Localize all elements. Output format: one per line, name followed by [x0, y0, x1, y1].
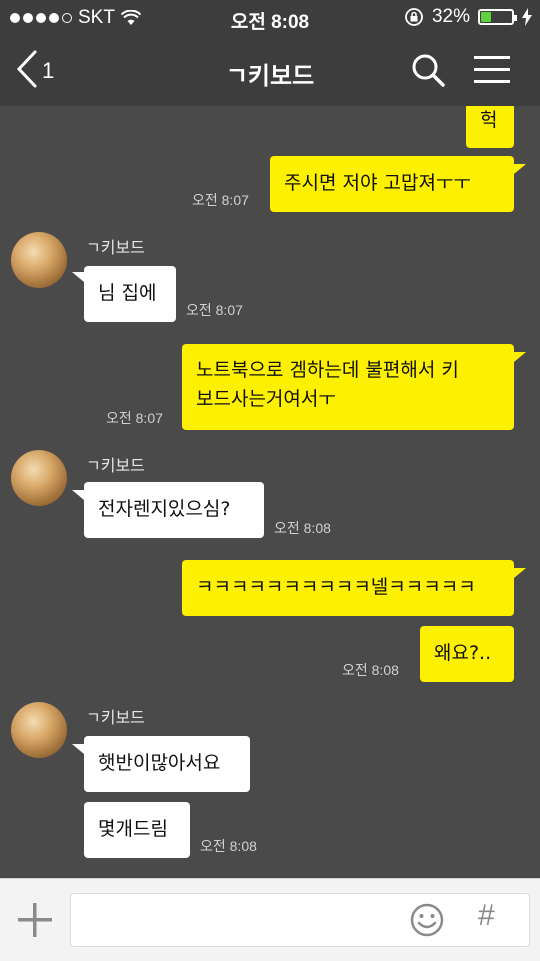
message-time: 오전 8:08	[274, 520, 331, 536]
message-bubble[interactable]: 님 집에	[84, 266, 176, 322]
message-bubble[interactable]: 노트북으로 겜하는데 불편해서 키 보드사는거여서ㅜ	[182, 344, 514, 430]
sender-name: ㄱ키보드	[86, 238, 145, 257]
bubble-tail	[72, 272, 84, 282]
chat-header: 1 ㄱ키보드	[0, 36, 540, 106]
avatar[interactable]	[11, 702, 67, 758]
status-right: 32%	[404, 6, 532, 28]
smiley-icon	[410, 903, 444, 937]
menu-button[interactable]	[472, 54, 512, 90]
message-time: 오전 8:08	[200, 838, 257, 854]
bubble-tail	[514, 352, 526, 362]
battery-percent: 32%	[431, 6, 470, 27]
bubble-tail	[514, 164, 526, 174]
message-time: 오전 8:07	[192, 192, 249, 208]
avatar[interactable]	[11, 232, 67, 288]
message-bubble[interactable]: 왜요?..	[420, 626, 514, 682]
sender-name: ㄱ키보드	[86, 456, 145, 475]
battery-icon	[478, 9, 517, 25]
message-bubble[interactable]: 헉	[466, 106, 514, 148]
sender-name: ㄱ키보드	[86, 708, 145, 727]
message-bubble[interactable]: 주시면 저야 고맙져ㅜㅜ	[270, 156, 514, 212]
hashtag-search-button[interactable]: #	[478, 899, 495, 933]
hamburger-menu-icon	[474, 56, 510, 83]
bubble-tail	[514, 568, 526, 578]
search-icon	[412, 54, 445, 87]
bubble-tail	[72, 490, 84, 500]
attach-button[interactable]	[16, 901, 54, 943]
emoticon-button[interactable]	[410, 903, 444, 941]
plus-icon	[18, 903, 52, 937]
search-button[interactable]	[410, 52, 446, 92]
chat-messages: 헉 주시면 저야 고맙져ㅜㅜ 오전 8:07 ㄱ키보드 님 집에 오전 8:07…	[0, 106, 540, 878]
message-bubble[interactable]: 전자렌지있으심?	[84, 482, 264, 538]
message-time: 오전 8:07	[186, 302, 243, 318]
bubble-tail	[72, 744, 84, 754]
chat-title: ㄱ키보드	[225, 62, 315, 90]
message-time: 오전 8:07	[106, 410, 163, 426]
message-input[interactable]	[70, 893, 530, 947]
avatar[interactable]	[11, 450, 67, 506]
message-bubble[interactable]: 몇개드림	[84, 802, 190, 858]
message-bubble[interactable]: 햇반이많아서요	[84, 736, 250, 792]
status-bar: SKT 오전 8:08 32%	[0, 0, 540, 36]
message-time: 오전 8:08	[342, 662, 399, 678]
message-bubble[interactable]: ㅋㅋㅋㅋㅋㅋㅋㅋㅋㅋ넬ㅋㅋㅋㅋㅋ	[182, 560, 514, 616]
rotation-lock-icon	[405, 8, 423, 26]
input-bar: #	[0, 878, 540, 961]
charging-icon	[522, 8, 532, 26]
